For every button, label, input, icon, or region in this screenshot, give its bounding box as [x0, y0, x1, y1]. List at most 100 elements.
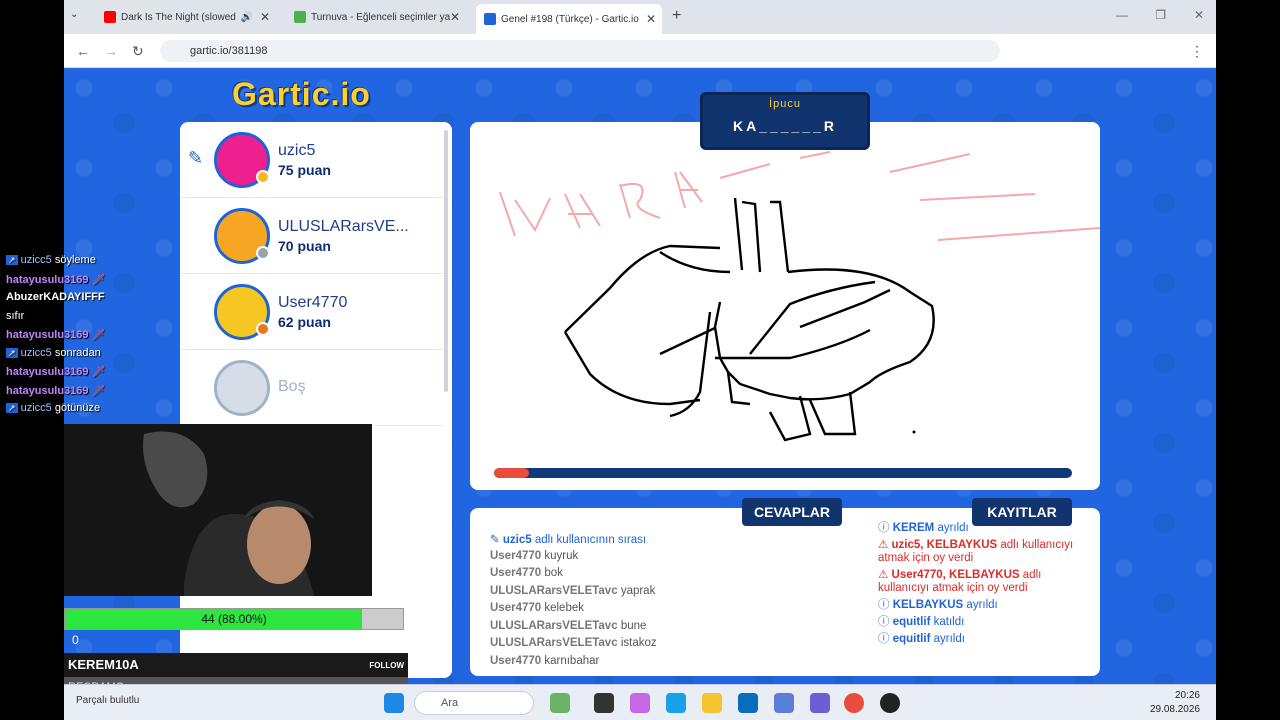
- chat-message: hatayusulu3169 🗡: [6, 328, 186, 347]
- info-icon: ⓘ: [878, 522, 890, 534]
- teams-icon[interactable]: [810, 693, 830, 713]
- chat-text: söyleme: [54, 254, 96, 266]
- tab-title: Genel #198 (Türkçe) - Gartic.io: [501, 13, 639, 25]
- chat-message: hatayusulu3169 🗡: [6, 384, 186, 403]
- file-explorer-icon[interactable]: [702, 693, 722, 713]
- edge-icon[interactable]: [666, 693, 686, 713]
- sword-icon: 🗡: [91, 384, 106, 397]
- stray-dot: [912, 430, 916, 434]
- menu-icon[interactable]: ⋮: [1190, 43, 1204, 60]
- chrome-icon[interactable]: [844, 693, 864, 713]
- status-dot: [256, 170, 270, 184]
- log-item: ⚠ User4770, KELBAYKUS adlı kullanıcıyı a…: [878, 569, 1078, 595]
- answer-text: karnıbahar: [544, 654, 600, 667]
- player-score: 75 puan: [278, 162, 331, 178]
- follow-goal-bar: 44 (88.00%): [64, 608, 404, 630]
- tab-youtube[interactable]: Dark Is The Night (slowed 🔊 ✕: [96, 6, 276, 28]
- close-tab-icon[interactable]: ✕: [260, 10, 270, 24]
- widgets-icon[interactable]: [550, 693, 570, 713]
- taskbar-search[interactable]: Ara: [414, 691, 534, 715]
- log-text: ayrıldı: [937, 522, 969, 534]
- answer-user: ULUSLARarsVELETavc: [490, 637, 618, 649]
- store-icon[interactable]: [738, 693, 758, 713]
- drawing: [499, 151, 1100, 442]
- info-icon: ⓘ: [878, 616, 890, 628]
- tab-search-icon[interactable]: ⌄: [70, 9, 78, 20]
- sword-icon: 🗡: [91, 273, 106, 286]
- tab-bar: ⌄ Dark Is The Night (slowed 🔊 ✕ Turnuva …: [64, 0, 1216, 34]
- logs-tab[interactable]: KAYITLAR: [972, 498, 1072, 526]
- mail-icon[interactable]: [774, 693, 794, 713]
- hint-word: KA______R: [732, 118, 838, 134]
- gartic-icon: [484, 13, 496, 25]
- answer-item: ULUSLARarsVELETavc yaprak: [490, 585, 657, 603]
- minimize-icon[interactable]: —: [1116, 8, 1128, 22]
- webcam-overlay: [64, 424, 372, 596]
- stream-chat-overlay: ↗ uzicc5 söyleme hatayusulu3169 🗡 AbuzerKA…: [6, 254, 186, 421]
- drawing-canvas[interactable]: [470, 122, 1100, 490]
- log-user: KEREM: [892, 522, 935, 534]
- chat-user: hatayusulu3169: [6, 366, 89, 378]
- maximize-icon[interactable]: ❐: [1155, 8, 1166, 22]
- youtube-icon: [104, 11, 116, 23]
- answer-text: bok: [544, 567, 563, 579]
- logs-list: ⓘ KEREM ayrıldı ⚠ uzic5, KELBAYKUS adlı k…: [878, 522, 1078, 650]
- follow-alert: KEREM10A FOLLOW: [64, 653, 408, 677]
- chat-text: sonradan: [54, 346, 101, 359]
- back-icon[interactable]: ←: [76, 43, 90, 59]
- copilot-icon[interactable]: [630, 693, 650, 713]
- answer-item: ✎ uzic5 adlı kullanıcının sırası: [490, 532, 657, 550]
- log-text: katıldı: [933, 616, 965, 628]
- taskbar: Parçalı bulutlu ⌕ Ara 20:26 29.08.2026: [64, 684, 1216, 720]
- close-tab-icon[interactable]: ✕: [450, 10, 460, 24]
- answers-panel[interactable]: ✎ uzic5 adlı kullanıcının sırası User4770…: [470, 508, 860, 676]
- task-view-icon[interactable]: [594, 693, 614, 713]
- clock[interactable]: 20:26 29.08.2026: [1150, 689, 1200, 717]
- answer-user: uzic5: [502, 534, 532, 546]
- answer-text: kuyruk: [544, 549, 579, 562]
- sword-icon: 🗡: [91, 329, 106, 341]
- chat-user: hatayusulu3169: [6, 384, 89, 397]
- answer-user: User4770: [490, 549, 542, 562]
- weather-widget[interactable]: Parçalı bulutlu: [76, 695, 139, 706]
- sword-icon: 🗡: [91, 366, 106, 378]
- windows-start-icon[interactable]: [384, 693, 404, 713]
- player-name: User4770: [278, 294, 348, 311]
- hint-scribble: [499, 151, 1100, 241]
- answer-text: istakoz: [620, 637, 657, 649]
- chat-message: AbuzerKADAYIFFF: [6, 291, 186, 310]
- logs-panel[interactable]: ⓘ KEREM ayrıldı ⚠ uzic5, KELBAYKUS adlı k…: [860, 508, 1100, 676]
- tab-title: Turnuva - Eğlenceli seçimler ya: [311, 11, 451, 23]
- warning-icon: ⚠: [878, 569, 889, 581]
- player-card[interactable]: ✎ uzic5 75 puan: [180, 122, 444, 198]
- url-field[interactable]: gartic.io/381198: [160, 40, 1000, 62]
- timer-fill: [494, 468, 529, 478]
- player-card[interactable]: ULUSLARarsVE... 70 puan: [180, 198, 444, 274]
- log-text: ayrıldı: [933, 633, 965, 645]
- players-scrollbar[interactable]: [444, 130, 448, 392]
- animal-sketch: [563, 197, 935, 442]
- answer-user: ULUSLARarsVELETavc: [490, 619, 618, 632]
- log-item: ⚠ uzic5, KELBAYKUS adlı kullanıcıyı atma…: [878, 539, 1078, 565]
- follow-goal-start: 0: [72, 633, 79, 647]
- player-card[interactable]: User4770 62 puan: [180, 274, 444, 350]
- chat-user: hatayusulu3169: [6, 273, 89, 286]
- info-icon: ⓘ: [878, 599, 890, 611]
- chat-message: hatayusulu3169 🗡: [6, 365, 186, 384]
- tab-tournament[interactable]: Turnuva - Eğlenceli seçimler ya ✕: [286, 6, 466, 28]
- reload-icon[interactable]: ↻: [132, 43, 144, 60]
- obs-icon[interactable]: [880, 693, 900, 713]
- answers-tab[interactable]: CEVAPLAR: [742, 498, 842, 526]
- answer-user: User4770: [490, 602, 542, 614]
- close-window-icon[interactable]: ✕: [1194, 8, 1204, 22]
- clock-time: 20:26: [1174, 690, 1200, 701]
- chat-user: uzicc5: [20, 402, 52, 414]
- close-tab-icon[interactable]: ✕: [646, 12, 656, 26]
- answer-item: ULUSLARarsVELETavc bune: [490, 620, 657, 638]
- bot-icon: ↗: [6, 403, 18, 413]
- forward-icon[interactable]: →: [104, 43, 118, 59]
- audio-icon[interactable]: 🔊: [241, 12, 253, 23]
- new-tab-icon[interactable]: +: [672, 7, 681, 25]
- tab-gartic[interactable]: Genel #198 (Türkçe) - Gartic.io ✕: [476, 4, 662, 34]
- gartic-logo[interactable]: Gartic.io: [232, 76, 371, 113]
